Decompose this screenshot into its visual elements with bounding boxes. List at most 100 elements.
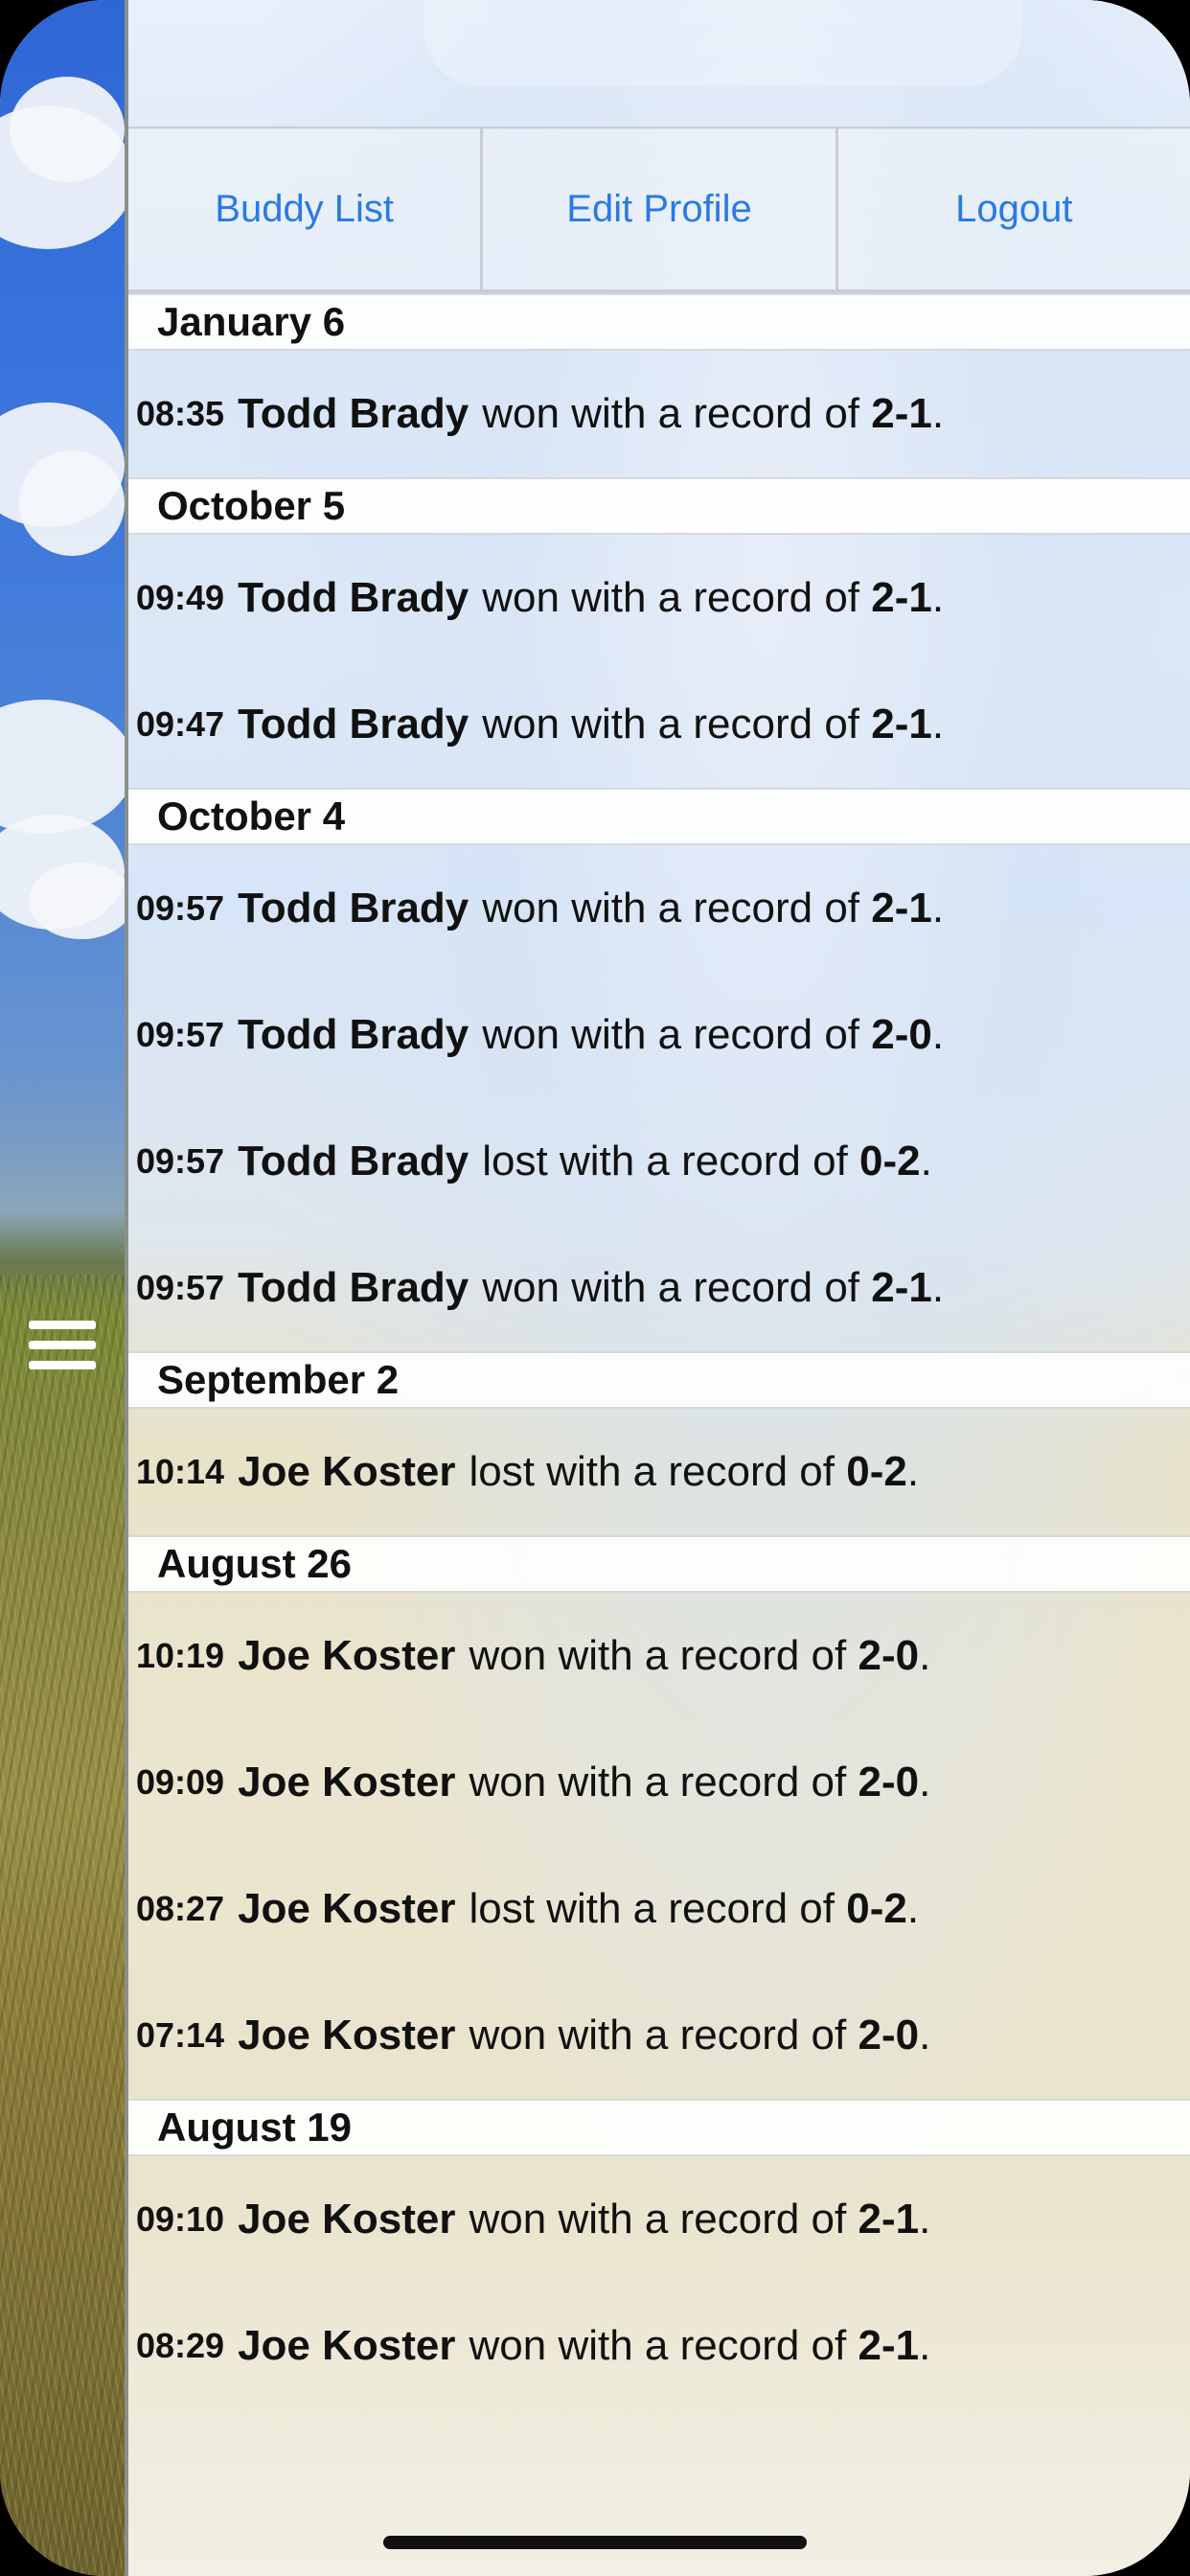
- feed-entry[interactable]: 09:57 Todd Brady lost with a record of 0-2…: [128, 1098, 1190, 1225]
- record-value: 2-0: [858, 2012, 920, 2058]
- phone-screen: Buddy List Edit Profile Logout January 6…: [0, 0, 1190, 2576]
- cloud: [29, 862, 134, 939]
- punctuation: .: [931, 885, 945, 932]
- player-name: Joe Koster: [238, 2322, 456, 2369]
- date-header: August 19: [128, 2099, 1190, 2156]
- feed-entry[interactable]: 07:14 Joe Koster won with a record of 2-0.: [128, 1972, 1190, 2099]
- feed-entry[interactable]: 09:47 Todd Brady won with a record of 2-1.: [128, 661, 1190, 788]
- entry-time: 08:35: [136, 394, 225, 433]
- result-text: won with a record of: [469, 2322, 847, 2369]
- activity-feed: January 6 08:35 Todd Brady won with a recor…: [128, 293, 1190, 2409]
- edit-profile-button[interactable]: Edit Profile: [483, 128, 838, 289]
- entry-time: 08:27: [136, 1889, 225, 1928]
- result-text: won with a record of: [469, 2196, 847, 2242]
- punctuation: .: [919, 2196, 931, 2242]
- player-name: Joe Koster: [238, 2196, 456, 2242]
- feed-entry[interactable]: 10:14 Joe Koster lost with a record of 0-2…: [128, 1409, 1190, 1535]
- punctuation: .: [919, 1759, 931, 1806]
- result-text: lost with a record of: [482, 1138, 848, 1184]
- record-value: 0-2: [846, 1885, 907, 1932]
- result-text: won with a record of: [469, 2012, 847, 2058]
- entry-time: 10:19: [136, 1636, 225, 1675]
- punctuation: .: [919, 2012, 931, 2058]
- record-value: 0-2: [846, 1448, 907, 1495]
- punctuation: .: [906, 1448, 920, 1495]
- result-text: won with a record of: [469, 1632, 847, 1679]
- punctuation: .: [931, 1264, 945, 1311]
- result-text: lost with a record of: [469, 1448, 835, 1495]
- feed-entry[interactable]: 10:19 Joe Koster won with a record of 2-0.: [128, 1593, 1190, 1719]
- logout-button[interactable]: Logout: [838, 128, 1190, 289]
- entry-time: 09:57: [136, 888, 225, 928]
- entry-time: 09:09: [136, 1762, 225, 1802]
- record-value: 2-0: [858, 1632, 920, 1679]
- result-text: won with a record of: [482, 574, 860, 621]
- record-value: 2-1: [871, 390, 932, 437]
- top-nav: Buddy List Edit Profile Logout: [128, 128, 1190, 293]
- grass-field: [0, 1275, 126, 2576]
- result-text: won with a record of: [482, 1264, 860, 1311]
- result-text: won with a record of: [482, 885, 860, 932]
- cloud: [19, 450, 125, 556]
- feed-entry[interactable]: 09:57 Todd Brady won with a record of 2-1.: [128, 1225, 1190, 1351]
- feed-entry[interactable]: 09:57 Todd Brady won with a record of 2-1.: [128, 845, 1190, 972]
- result-text: won with a record of: [469, 1759, 847, 1806]
- record-value: 2-0: [858, 1759, 920, 1806]
- record-value: 0-2: [859, 1138, 921, 1184]
- feed-entry[interactable]: 09:09 Joe Koster won with a record of 2-0.: [128, 1719, 1190, 1846]
- punctuation: .: [931, 390, 945, 437]
- entry-time: 09:10: [136, 2199, 225, 2239]
- status-bar-area: [128, 0, 1190, 129]
- date-header: October 5: [128, 477, 1190, 535]
- result-text: lost with a record of: [469, 1885, 835, 1932]
- date-header: October 4: [128, 788, 1190, 845]
- punctuation: .: [906, 1885, 920, 1932]
- player-name: Todd Brady: [238, 1138, 469, 1184]
- date-header: January 6: [128, 293, 1190, 351]
- result-text: won with a record of: [482, 390, 860, 437]
- player-name: Joe Koster: [238, 2012, 456, 2058]
- feed-entry[interactable]: 09:57 Todd Brady won with a record of 2-0.: [128, 972, 1190, 1098]
- scenic-background: [0, 0, 134, 2576]
- punctuation: .: [920, 1138, 932, 1184]
- date-header: August 26: [128, 1535, 1190, 1593]
- entry-time: 10:14: [136, 1452, 225, 1491]
- hamburger-menu-icon[interactable]: [29, 1321, 96, 1378]
- player-name: Todd Brady: [238, 574, 469, 621]
- entry-time: 09:57: [136, 1268, 225, 1307]
- entry-time: 09:57: [136, 1015, 225, 1054]
- record-value: 2-0: [871, 1011, 932, 1058]
- entry-time: 09:47: [136, 704, 225, 744]
- punctuation: .: [931, 1011, 945, 1058]
- feed-entry[interactable]: 08:27 Joe Koster lost with a record of 0-2…: [128, 1846, 1190, 1972]
- player-name: Joe Koster: [238, 1632, 456, 1679]
- feed-entry[interactable]: 08:35 Todd Brady won with a record of 2-1.: [128, 351, 1190, 477]
- punctuation: .: [919, 1632, 931, 1679]
- cloud: [0, 700, 134, 834]
- player-name: Todd Brady: [238, 885, 469, 932]
- cloud: [10, 77, 125, 182]
- date-header: September 2: [128, 1351, 1190, 1409]
- player-name: Todd Brady: [238, 1011, 469, 1058]
- player-name: Joe Koster: [238, 1759, 456, 1806]
- buddy-list-button[interactable]: Buddy List: [128, 128, 484, 289]
- main-panel: Buddy List Edit Profile Logout January 6…: [128, 0, 1190, 2576]
- feed-entry[interactable]: 09:10 Joe Koster won with a record of 2-1.: [128, 2156, 1190, 2283]
- record-value: 2-1: [871, 885, 932, 932]
- record-value: 2-1: [858, 2322, 920, 2369]
- result-text: won with a record of: [482, 701, 860, 748]
- feed-entry[interactable]: 09:49 Todd Brady won with a record of 2-1.: [128, 535, 1190, 661]
- punctuation: .: [931, 701, 945, 748]
- record-value: 2-1: [871, 701, 932, 748]
- entry-time: 09:49: [136, 578, 225, 617]
- player-name: Joe Koster: [238, 1885, 456, 1932]
- entry-time: 08:29: [136, 2326, 225, 2365]
- player-name: Todd Brady: [238, 701, 469, 748]
- feed-entry[interactable]: 08:29 Joe Koster won with a record of 2-1.: [128, 2283, 1190, 2409]
- entry-time: 09:57: [136, 1141, 225, 1181]
- entry-time: 07:14: [136, 2015, 225, 2055]
- punctuation: .: [919, 2322, 931, 2369]
- player-name: Todd Brady: [238, 1264, 469, 1311]
- home-indicator[interactable]: [383, 2536, 807, 2549]
- player-name: Todd Brady: [238, 390, 469, 437]
